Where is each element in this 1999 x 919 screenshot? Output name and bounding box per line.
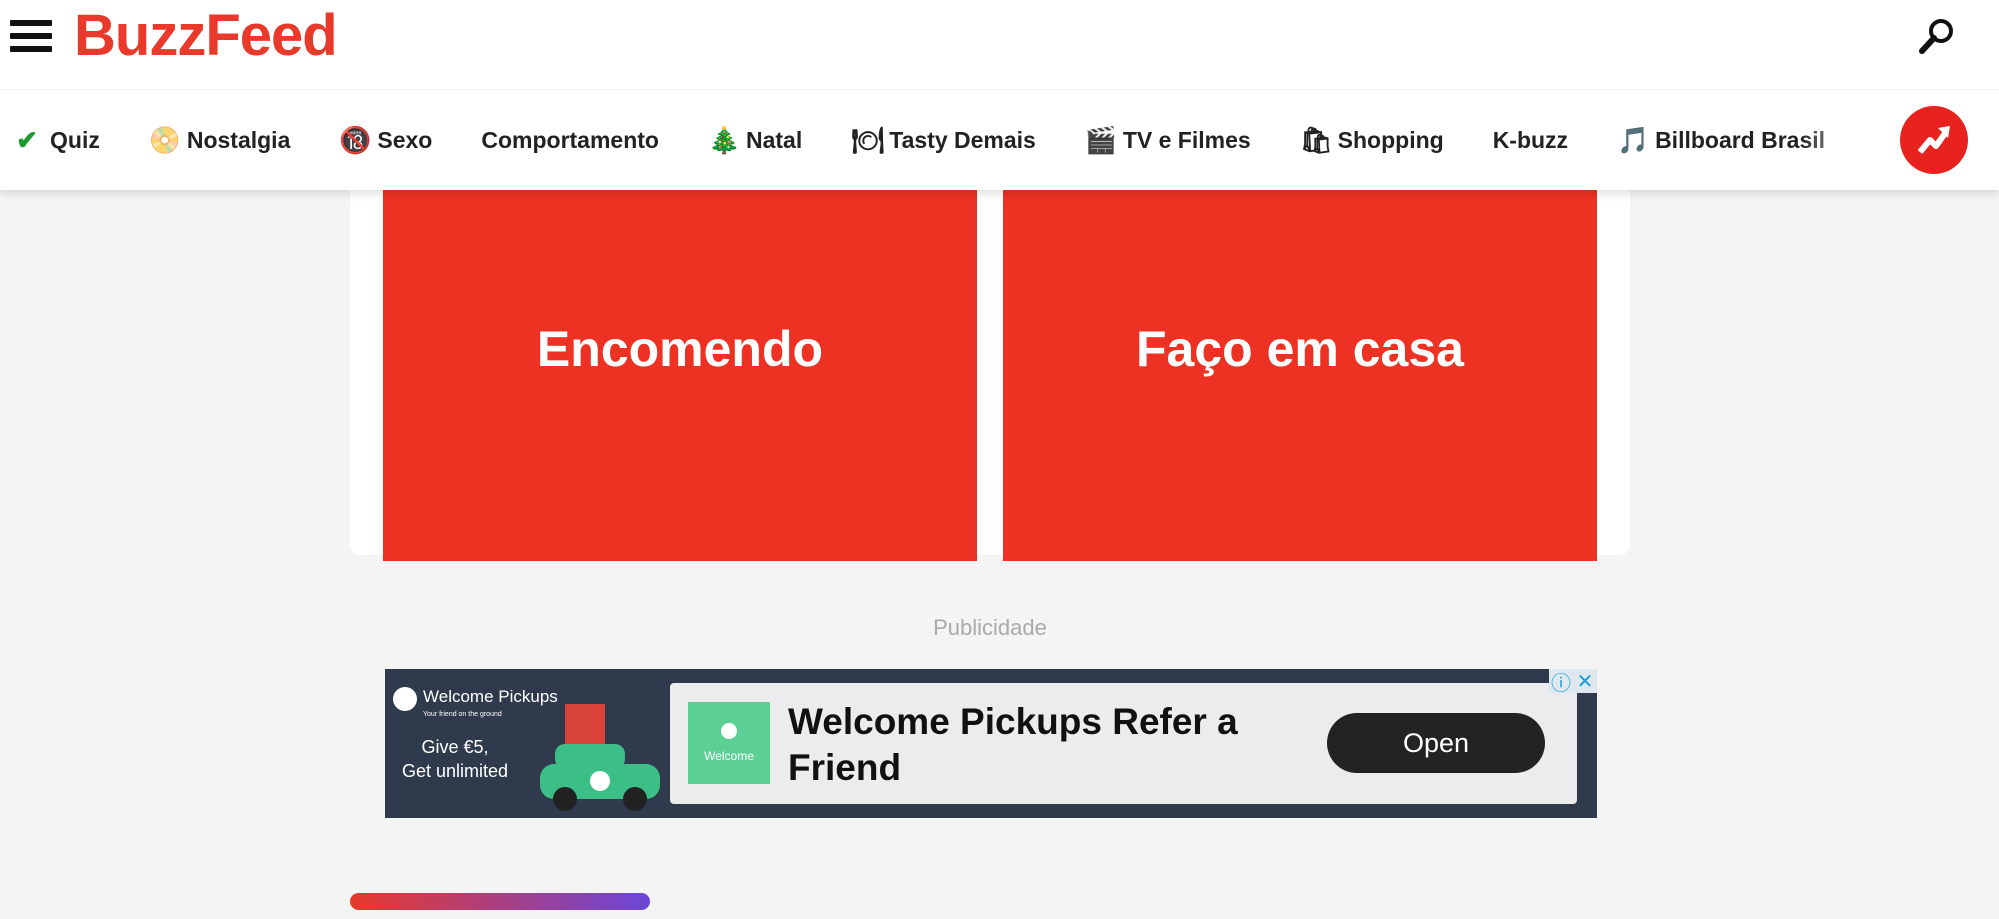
close-icon[interactable]: ✕: [1573, 669, 1597, 693]
nav-item-nostalgia[interactable]: 📀 Nostalgia: [149, 125, 291, 156]
ad-tagline: Your friend on the ground: [423, 711, 502, 718]
ad-title[interactable]: Welcome Pickups Refer a Friend: [788, 699, 1268, 791]
nav-item-k-buzz[interactable]: K-buzz: [1493, 127, 1568, 154]
nav-item-quiz[interactable]: ✔ Quiz: [12, 125, 100, 156]
buzzfeed-logo[interactable]: BuzzFeed: [74, 2, 338, 69]
nav-item-natal[interactable]: 🎄 Natal: [708, 125, 802, 156]
ad-choices: ⓘ ✕: [1549, 669, 1597, 695]
nav-item-billboard[interactable]: 🎵 Billboard Brasil: [1617, 125, 1825, 156]
plate-cutlery-icon: 🍽: [851, 124, 885, 155]
checkmark-icon: ✔: [16, 124, 38, 155]
search-icon[interactable]: [1915, 14, 1959, 58]
nav-label: Nostalgia: [186, 126, 291, 153]
christmas-tree-icon: 🎄: [707, 124, 741, 155]
answer-faco-em-casa[interactable]: Faço em casa: [1003, 190, 1597, 561]
answer-encomendo[interactable]: Encomendo: [383, 190, 977, 561]
nav-label: Natal: [745, 126, 803, 153]
clapperboard-icon: 🎬: [1084, 124, 1118, 155]
nav-item-comportamento[interactable]: Comportamento: [481, 127, 659, 154]
no-under-18-icon: 🔞: [339, 124, 372, 155]
ad-creative: Welcome Pickups Your friend on the groun…: [385, 669, 670, 818]
nav-label: Quiz: [50, 126, 100, 153]
nav-item-tasty[interactable]: 🍽 Tasty Demais: [851, 125, 1036, 156]
site-header: BuzzFeed: [0, 0, 1999, 90]
nav-label: Tasty Demais: [889, 126, 1036, 153]
gradient-divider: [350, 893, 650, 910]
nav-label: K-buzz: [1492, 126, 1569, 153]
advertisement-banner[interactable]: Welcome Pickups Your friend on the groun…: [385, 669, 1597, 818]
nav-label: TV e Filmes: [1122, 126, 1251, 153]
ad-offer-1: Give €5,: [421, 737, 489, 757]
nav-label: Sexo: [377, 126, 433, 153]
car-illustration-icon: [540, 704, 660, 811]
category-nav: ✔ Quiz 📀 Nostalgia 🔞 Sexo Comportamento 🎄 Na…: [0, 90, 1999, 190]
nav-item-sexo[interactable]: 🔞 Sexo: [339, 125, 432, 156]
welcome-logo-icon: [393, 687, 417, 711]
nav-label: Shopping: [1337, 126, 1444, 153]
nav-item-shopping[interactable]: 🛍 Shopping: [1300, 125, 1444, 156]
ad-logo: Welcome: [688, 702, 770, 784]
quiz-card: Encomendo Faço em casa: [350, 150, 1630, 561]
hamburger-menu-icon[interactable]: [10, 20, 52, 52]
trending-button[interactable]: [1900, 106, 1968, 174]
ad-logo-text: Welcome: [704, 749, 754, 763]
ad-open-button[interactable]: Open: [1327, 713, 1545, 773]
ad-label: Publicidade: [933, 615, 1047, 640]
ad-offer-2: Get unlimited: [401, 761, 509, 781]
shopping-bag-icon: 🛍: [1299, 124, 1333, 155]
music-note-icon: 🎵: [1617, 124, 1650, 155]
dvd-icon: 📀: [148, 124, 182, 155]
nav-fade: [1800, 90, 1880, 190]
trending-arrow-icon: [1917, 126, 1950, 154]
nav-label: Comportamento: [481, 126, 659, 153]
info-icon[interactable]: ⓘ: [1549, 669, 1573, 695]
nav-item-tv-filmes[interactable]: 🎬 TV e Filmes: [1085, 125, 1251, 156]
welcome-logo-icon: [721, 723, 737, 739]
